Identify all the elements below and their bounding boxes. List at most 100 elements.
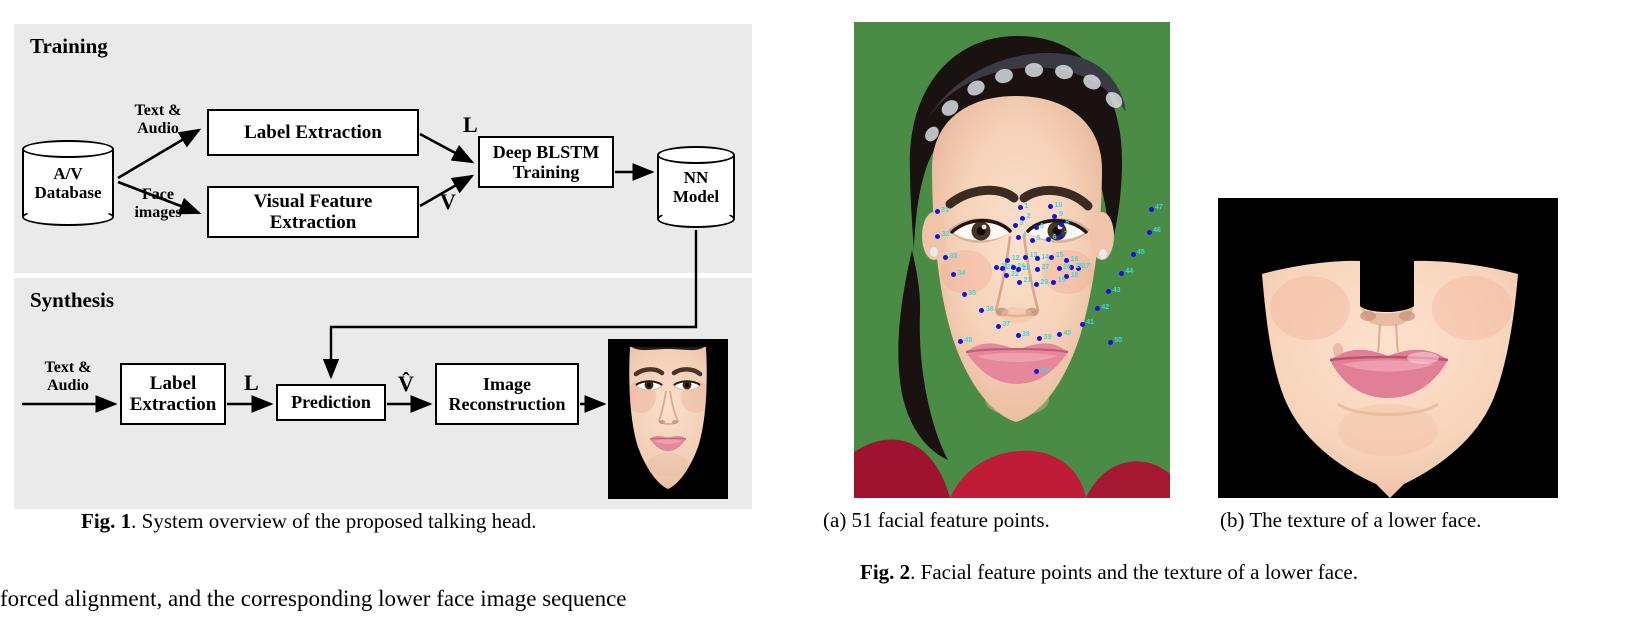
landmark-label-32: 32 — [941, 231, 950, 239]
edge-label-L-training: L — [463, 112, 478, 137]
landmark-dot-44 — [1118, 270, 1124, 276]
landmark-label-25: 25 — [1075, 262, 1084, 270]
landmark-label-8: 8 — [1065, 219, 1070, 227]
box-image-recon-line1: Image — [482, 373, 531, 394]
synthesis-section-title: Synthesis — [30, 288, 115, 312]
av-database-label-line2: Database — [34, 183, 102, 202]
landmark-dot-0 — [1033, 225, 1039, 231]
landmark-label-26: 26 — [1063, 263, 1071, 271]
lower-face-texture-image — [1218, 198, 1558, 498]
edge-label-text-audio-synthesis: Text & Audio — [26, 359, 110, 395]
landmark-label-10: 10 — [1054, 201, 1063, 209]
synthesis-input-line2: Audio — [47, 376, 89, 394]
edge-label-text-audio-training: Text & Audio — [118, 102, 198, 138]
landmark-label-45: 45 — [1137, 249, 1145, 257]
edge-label-L-synthesis: L — [244, 370, 259, 395]
edge-text-audio-line1: Text & — [134, 102, 182, 119]
landmark-label-2: 2 — [1026, 213, 1031, 221]
landmark-label-41: 41 — [1086, 319, 1094, 327]
box-image-reconstruction: Image Reconstruction — [435, 363, 579, 425]
box-label-extraction-syn-line1: Label — [149, 372, 197, 394]
landmark-dot-6 — [1046, 236, 1052, 242]
av-database-cylinder: A/V Database — [22, 140, 114, 226]
landmark-dot-26 — [1056, 266, 1062, 272]
landmark-dot-33 — [942, 255, 948, 261]
subcaption-b: (b) The texture of a lower face. — [1220, 508, 1482, 532]
figure-1-caption: Fig. 1. System overview of the proposed … — [81, 509, 537, 534]
landmark-dot-7 — [1057, 233, 1063, 239]
figure-1-caption-prefix: Fig. 1 — [81, 509, 132, 533]
landmark-label-9: 9 — [1058, 211, 1063, 219]
landmark-label-15: 15 — [1055, 252, 1064, 260]
nn-model-label-line1: NN — [683, 167, 709, 187]
figure-1-system-overview: Training Synthesis A/V Database NN Model… — [0, 0, 800, 623]
landmark-dot-20 — [1033, 281, 1039, 287]
box-label-extraction-training: Label Extraction — [207, 109, 419, 156]
landmark-dot-27 — [1035, 266, 1041, 272]
landmark-label-34: 34 — [957, 269, 966, 277]
landmark-label-47: 47 — [1155, 204, 1163, 212]
landmark-dot-21 — [1017, 279, 1023, 285]
landmark-dot-37 — [995, 323, 1001, 329]
nn-model-label-line2: Model — [672, 187, 720, 206]
landmark-label-38: 38 — [1022, 330, 1030, 338]
landmark-dot-41 — [1079, 321, 1085, 327]
box-image-recon-line2: Reconstruction — [448, 394, 566, 414]
box-label-extraction-syn-line2: Extraction — [129, 394, 217, 415]
landmark-dot-3 — [1012, 222, 1018, 228]
landmark-label-28: 28 — [1022, 264, 1031, 272]
training-section-title: Training — [30, 34, 108, 58]
box-blstm-line2: Training — [512, 162, 580, 182]
landmark-label-49: 49 — [1040, 366, 1049, 374]
box-prediction: Prediction — [276, 384, 386, 421]
landmark-label-40: 40 — [1063, 329, 1072, 337]
landmark-label-48: 48 — [964, 336, 973, 344]
edge-face-images-line2: images — [134, 203, 182, 221]
landmark-dot-50 — [1107, 339, 1113, 345]
box-blstm-line1: Deep BLSTM — [492, 141, 600, 162]
landmark-label-31: 31 — [941, 206, 949, 214]
nn-model-cylinder: NN Model — [657, 146, 735, 228]
box-label-extraction-training-text: Label Extraction — [244, 121, 382, 143]
edge-label-v-hat: V̂ — [398, 371, 414, 396]
landmark-dot-13 — [1023, 254, 1029, 260]
box-prediction-text: Prediction — [291, 392, 371, 413]
paper-figure-page: Training Synthesis A/V Database NN Model… — [0, 0, 1629, 623]
landmark-dot-15 — [1049, 254, 1055, 260]
landmark-label-21: 21 — [1023, 277, 1032, 285]
landmark-dot-8 — [1058, 221, 1064, 227]
landmark-dot-14 — [1034, 256, 1040, 262]
landmark-label-44: 44 — [1125, 268, 1134, 276]
synthesized-face-thumbnail — [608, 339, 728, 499]
box-label-extraction-synthesis: Label Extraction — [120, 363, 226, 425]
landmark-label-27: 27 — [1041, 264, 1050, 272]
landmark-dot-38 — [1015, 333, 1021, 339]
landmark-dot-47 — [1148, 206, 1154, 212]
box-visual-feature-line1: Visual Feature — [253, 190, 373, 212]
landmark-label-39: 39 — [1043, 333, 1052, 341]
figure-2-facial-points: 0123456789101112131415161718192021222324… — [800, 0, 1629, 623]
landmark-dot-23 — [999, 266, 1005, 272]
figure-2-caption-text: . Facial feature points and the texture … — [910, 560, 1358, 584]
figure-2-caption: Fig. 2. Facial feature points and the te… — [860, 560, 1358, 585]
landmark-dot-42 — [1094, 306, 1100, 312]
edge-label-face-images: Face images — [118, 186, 198, 222]
landmark-label-4: 4 — [1022, 232, 1027, 240]
landmark-dot-4 — [1015, 234, 1021, 240]
figure-1-caption-text: . System overview of the proposed talkin… — [131, 509, 537, 533]
box-visual-feature-extraction: Visual Feature Extraction — [207, 186, 419, 238]
landmark-label-3: 3 — [1019, 220, 1024, 228]
edge-face-images-line1: Face — [142, 186, 174, 203]
body-text-line: forced alignment, and the corresponding … — [0, 586, 627, 611]
subcaption-a: (a) 51 facial feature points. — [823, 508, 1050, 532]
landmark-label-37: 37 — [1002, 321, 1011, 329]
landmark-dot-46 — [1146, 229, 1152, 235]
synthesis-input-line1: Text & — [44, 359, 92, 376]
landmark-label-43: 43 — [1112, 286, 1121, 294]
landmark-label-0: 0 — [1040, 222, 1044, 230]
av-database-label-line1: A/V — [53, 163, 83, 183]
landmark-label-1: 1 — [1024, 202, 1029, 210]
landmark-label-6: 6 — [1052, 234, 1057, 242]
landmark-label-42: 42 — [1101, 303, 1110, 311]
landmark-label-12: 12 — [1011, 255, 1020, 263]
